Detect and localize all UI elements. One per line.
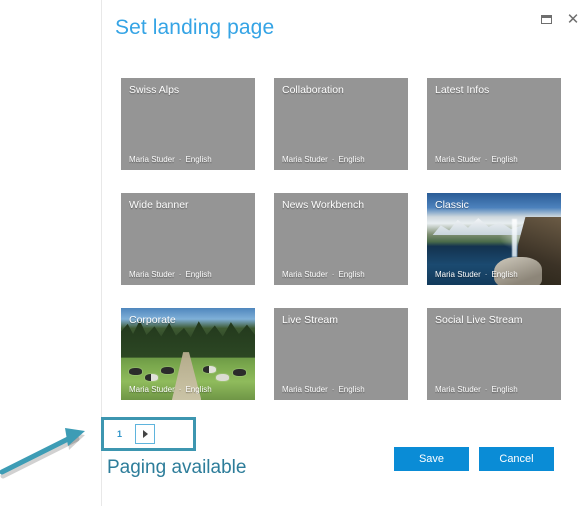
restore-window-button[interactable] <box>535 9 557 29</box>
tile-separator: · <box>484 155 488 164</box>
tile-meta: Maria Studer · English <box>129 155 249 164</box>
tile-meta: Maria Studer · English <box>129 270 249 279</box>
restore-icon <box>540 14 552 24</box>
tile-author: Maria Studer <box>282 155 328 164</box>
tile-language: English <box>338 155 365 164</box>
tile-separator: · <box>178 385 182 394</box>
tile-author: Maria Studer <box>129 270 175 279</box>
tile-meta: Maria Studer · English <box>435 270 555 279</box>
tile-meta: Maria Studer · English <box>129 385 249 394</box>
annotation-label: Paging available <box>107 457 247 478</box>
close-icon: ✕ <box>566 10 580 28</box>
tile-title: News Workbench <box>282 199 365 211</box>
tile-news-workbench[interactable]: News Workbench Maria Studer · English <box>274 193 408 285</box>
save-button[interactable]: Save <box>394 447 469 471</box>
page-title: Set landing page <box>115 16 275 39</box>
tile-title: Social Live Stream <box>435 314 523 326</box>
cow-shape <box>216 374 229 381</box>
cow-shape <box>145 374 158 381</box>
tile-collaboration[interactable]: Collaboration Maria Studer · English <box>274 78 408 170</box>
tile-separator: · <box>484 385 488 394</box>
tile-social-live-stream[interactable]: Social Live Stream Maria Studer · English <box>427 308 561 400</box>
next-page-button[interactable] <box>135 424 156 444</box>
tile-separator: · <box>178 270 182 279</box>
tile-classic[interactable]: Classic Maria Studer · English <box>427 193 561 285</box>
cow-shape <box>161 367 174 374</box>
tile-meta: Maria Studer · English <box>282 385 402 394</box>
tile-language: English <box>491 155 518 164</box>
tile-author: Maria Studer <box>129 155 175 164</box>
tile-title: Latest Infos <box>435 84 490 96</box>
tile-latest-infos[interactable]: Latest Infos Maria Studer · English <box>427 78 561 170</box>
tile-author: Maria Studer <box>435 155 481 164</box>
dialog-titlebar: Set landing page ✕ <box>102 0 583 60</box>
tile-meta: Maria Studer · English <box>435 385 555 394</box>
tile-language: English <box>185 270 212 279</box>
tile-meta: Maria Studer · English <box>435 155 555 164</box>
tile-language: English <box>338 270 365 279</box>
tile-language: English <box>185 155 212 164</box>
landing-page-tile-grid: Swiss Alps Maria Studer · English Collabor… <box>121 78 562 423</box>
dialog-actions: Save Cancel <box>394 447 554 471</box>
page-number[interactable]: 1 <box>117 429 122 439</box>
tile-language: English <box>185 385 212 394</box>
pager: 1 <box>101 417 196 451</box>
tile-author: Maria Studer <box>435 385 481 394</box>
tile-swiss-alps[interactable]: Swiss Alps Maria Studer · English <box>121 78 255 170</box>
next-page-icon <box>142 430 148 438</box>
tile-separator: · <box>331 155 335 164</box>
tile-separator: · <box>484 270 488 279</box>
close-dialog-button[interactable]: ✕ <box>562 9 583 29</box>
tile-title: Swiss Alps <box>129 84 180 96</box>
tile-title: Collaboration <box>282 84 344 96</box>
tile-corporate[interactable]: Corporate Maria Studer · English <box>121 308 255 400</box>
waterfall-shape <box>511 218 517 258</box>
tile-row: Swiss Alps Maria Studer · English Collabor… <box>121 78 562 170</box>
tile-language: English <box>491 385 518 394</box>
cow-shape <box>203 366 216 373</box>
tile-separator: · <box>178 155 182 164</box>
cow-shape <box>129 368 142 375</box>
tile-author: Maria Studer <box>435 270 481 279</box>
tile-separator: · <box>331 385 335 394</box>
tile-author: Maria Studer <box>282 385 328 394</box>
tile-row: Corporate Maria Studer · English Live Stre… <box>121 308 562 400</box>
tile-title: Corporate <box>129 314 176 326</box>
tile-author: Maria Studer <box>282 270 328 279</box>
tile-separator: · <box>331 270 335 279</box>
tile-title: Wide banner <box>129 199 189 211</box>
tile-language: English <box>491 270 518 279</box>
tile-author: Maria Studer <box>129 385 175 394</box>
tile-live-stream[interactable]: Live Stream Maria Studer · English <box>274 308 408 400</box>
annotation-arrow-icon <box>0 428 85 479</box>
tile-title: Classic <box>435 199 469 211</box>
tile-meta: Maria Studer · English <box>282 155 402 164</box>
tile-row: Wide banner Maria Studer · English News Wo… <box>121 193 562 285</box>
tile-title: Live Stream <box>282 314 339 326</box>
cow-shape <box>233 369 246 376</box>
cancel-button[interactable]: Cancel <box>479 447 554 471</box>
tile-meta: Maria Studer · English <box>282 270 402 279</box>
set-landing-page-dialog: Set landing page ✕ Swiss Alps Maria Stud… <box>101 0 583 506</box>
tile-wide-banner[interactable]: Wide banner Maria Studer · English <box>121 193 255 285</box>
tile-language: English <box>338 385 365 394</box>
